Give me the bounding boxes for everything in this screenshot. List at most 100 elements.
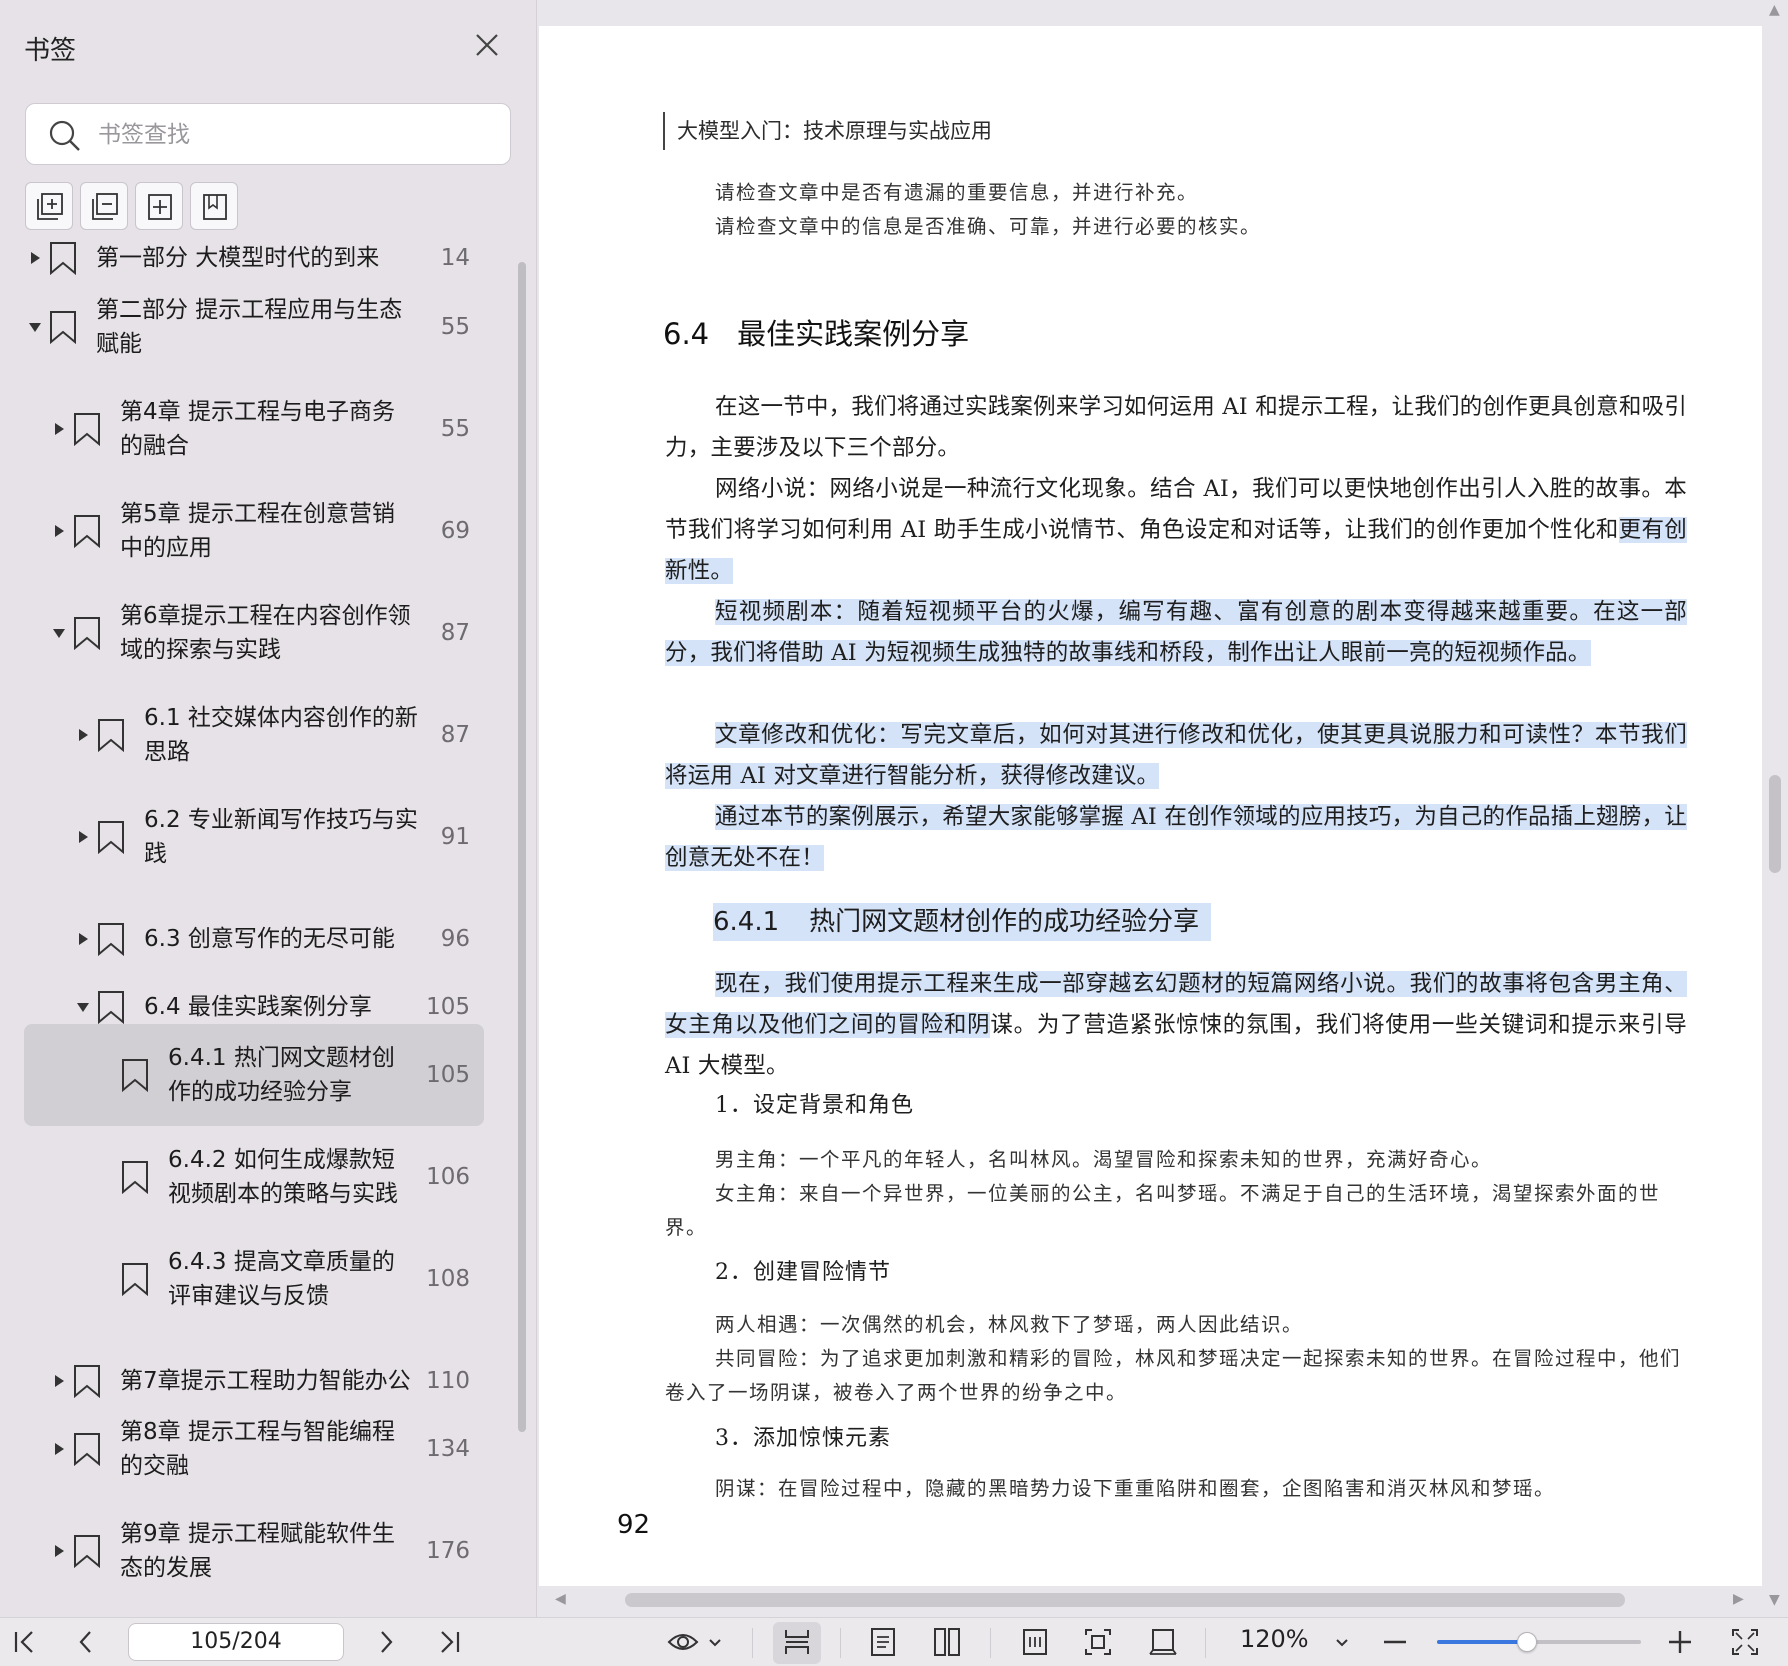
- bookmark-item[interactable]: 第二部分 提示工程应用与生态 赋能 55: [0, 276, 510, 378]
- zoom-out-button[interactable]: [1380, 1624, 1410, 1660]
- fullscreen-button[interactable]: [1730, 1624, 1760, 1660]
- two-page-button[interactable]: [932, 1624, 962, 1660]
- bookmark-item[interactable]: 6.4.3 提高文章质量的 评审建议与反馈 108: [0, 1228, 510, 1330]
- expand-arrow-icon[interactable]: [52, 1442, 66, 1456]
- view-mode-button[interactable]: [666, 1624, 726, 1660]
- bookmark-item[interactable]: 第6章提示工程在内容创作领 域的探索与实践 87: [0, 582, 510, 684]
- bookmark-label: 第二部分 提示工程应用与生态 赋能: [96, 293, 402, 361]
- highlighted-text[interactable]: 通过本节的案例展示，希望大家能够掌握 AI 在创作领域的应用技巧，为自己的作品插…: [665, 804, 1687, 871]
- bookmark-page-number: 108: [426, 1266, 470, 1292]
- page-number-input[interactable]: 105/204: [128, 1623, 344, 1661]
- highlighted-text[interactable]: 短视频剧本：随着短视频平台的火爆，编写有趣、富有创意的剧本变得越来越重要。在这一…: [665, 599, 1687, 666]
- bookmark-label-line: 6.4 最佳实践案例分享: [144, 994, 372, 1020]
- step-detail: 男主角：一个平凡的年轻人，名叫林风。渴望冒险和探索未知的世界，充满好奇心。: [715, 1148, 1493, 1171]
- bookmark-icon: [74, 1535, 100, 1568]
- bookmark-label: 第8章 提示工程与智能编程 的交融: [120, 1415, 395, 1483]
- collapse-arrow-icon[interactable]: [52, 626, 66, 640]
- expand-arrow-icon[interactable]: [52, 524, 66, 538]
- bookmark-item[interactable]: 第9章 提示工程赋能软件生 态的发展 176: [0, 1500, 510, 1602]
- insert-bookmark-button[interactable]: [135, 182, 183, 230]
- zoom-dropdown-button[interactable]: [1330, 1624, 1354, 1660]
- add-sub-bookmark-icon: [92, 193, 118, 220]
- expand-arrow-icon[interactable]: [76, 932, 90, 946]
- vertical-scrollbar-thumb[interactable]: [1769, 775, 1781, 873]
- bookmark-icon: [50, 242, 76, 275]
- zoom-slider-knob[interactable]: [1516, 1632, 1537, 1652]
- step-detail: 两人相遇：一次偶然的机会，林风救下了梦瑶，两人因此结识。: [715, 1313, 1304, 1336]
- subsection-number: 6.4.1: [713, 907, 780, 937]
- bookmark-label: 第6章提示工程在内容创作领 域的探索与实践: [120, 599, 411, 667]
- step-detail: 女主角：来自一个异世界，一位美丽的公主，名叫梦瑶。不满足于自己的生活环境，渴望探…: [665, 1182, 1661, 1239]
- next-page-button[interactable]: [372, 1624, 400, 1660]
- section-heading: 6.4 最佳实践案例分享: [663, 311, 969, 353]
- close-icon[interactable]: [470, 28, 504, 62]
- bookmark-icon: [98, 719, 124, 752]
- expand-arrow-icon[interactable]: [52, 1374, 66, 1388]
- sidebar-scrollbar[interactable]: [518, 262, 526, 1432]
- expand-arrow-icon[interactable]: [52, 422, 66, 436]
- zoom-slider[interactable]: [1437, 1632, 1641, 1652]
- scroll-left-arrow[interactable]: ◀: [555, 1591, 566, 1607]
- single-page-icon: [871, 1628, 895, 1656]
- bookmark-item[interactable]: 第5章 提示工程在创意营销 中的应用 69: [0, 480, 510, 582]
- bookmark-label: 第7章提示工程助力智能办公: [120, 1364, 411, 1398]
- continuous-scroll-icon: [785, 1630, 809, 1654]
- single-page-button[interactable]: [868, 1624, 898, 1660]
- scroll-up-arrow[interactable]: ▲: [1769, 2, 1780, 18]
- zoom-in-button[interactable]: [1665, 1624, 1695, 1660]
- zoom-slider-fill: [1437, 1640, 1527, 1644]
- bookmark-item[interactable]: 6.1 社交媒体内容创作的新 思路 87: [0, 684, 510, 786]
- bookmark-page-number: 55: [440, 416, 470, 442]
- bookmark-icon: [74, 1433, 100, 1466]
- bookmark-label-line: 第5章 提示工程在创意营销: [120, 501, 395, 527]
- collapse-arrow-icon[interactable]: [28, 320, 42, 334]
- minus-icon: [1384, 1640, 1406, 1644]
- bookmark-label-line: 第8章 提示工程与智能编程: [120, 1419, 395, 1445]
- zoom-level[interactable]: 120%: [1240, 1625, 1309, 1653]
- add-bookmark-icon: [37, 193, 63, 220]
- first-page-button[interactable]: [10, 1624, 38, 1660]
- expand-arrow-icon[interactable]: [52, 1544, 66, 1558]
- paragraph: 在这一节中，我们将通过实践案例来学习如何运用 AI 和提示工程，让我们的创作更具…: [665, 394, 1687, 461]
- expand-arrow-icon[interactable]: [28, 251, 42, 265]
- fit-width-icon: [1023, 1629, 1047, 1655]
- collapse-arrow-icon[interactable]: [76, 1000, 90, 1014]
- page-number: 92: [617, 1510, 651, 1540]
- previous-page-button[interactable]: [72, 1624, 100, 1660]
- bookmark-label-line: 6.4.2 如何生成爆款短: [168, 1147, 395, 1173]
- paragraph: 文章修改和优化：写完文章后，如何对其进行修改和优化，使其更具说服力和可读性？本节…: [665, 715, 1687, 797]
- eye-icon: [667, 1634, 721, 1650]
- bookmark-label: 第5章 提示工程在创意营销 中的应用: [120, 497, 395, 565]
- bookmark-item[interactable]: 6.4.2 如何生成爆款短 视频剧本的策略与实践 106: [0, 1126, 510, 1228]
- horizontal-scrollbar[interactable]: ◀ ▶: [537, 1588, 1771, 1614]
- bookmark-icon: [122, 1059, 148, 1092]
- add-bookmark-button[interactable]: [25, 182, 73, 230]
- last-page-button[interactable]: [436, 1624, 464, 1660]
- running-head: 大模型入门：技术原理与实战应用: [663, 112, 992, 150]
- bookmark-item[interactable]: 6.3 创意写作的无尽可能 96: [0, 905, 510, 973]
- add-sub-bookmark-button[interactable]: [80, 182, 128, 230]
- subsection-heading[interactable]: 6.4.1 热门网文题材创作的成功经验分享: [713, 903, 1212, 941]
- bookmark-item[interactable]: 6.2 专业新闻写作技巧与实践 91: [0, 786, 510, 888]
- fit-page-button[interactable]: [1083, 1624, 1113, 1660]
- scroll-right-arrow[interactable]: ▶: [1733, 1591, 1744, 1607]
- highlighted-text[interactable]: 文章修改和优化：写完文章后，如何对其进行修改和优化，使其更具说服力和可读性？本节…: [665, 722, 1687, 789]
- bookmark-search-input[interactable]: [98, 114, 498, 156]
- fit-width-button[interactable]: [1020, 1624, 1050, 1660]
- paragraph: 短视频剧本：随着短视频平台的火爆，编写有趣、富有创意的剧本变得越来越重要。在这一…: [665, 592, 1687, 674]
- bookmark-item[interactable]: 第8章 提示工程与智能编程 的交融 134: [0, 1398, 510, 1500]
- horizontal-scrollbar-thumb[interactable]: [625, 1593, 1625, 1607]
- bookmark-item[interactable]: 6.4.1 热门网文题材创 作的成功经验分享 105: [0, 1024, 510, 1126]
- bookmark-page-number: 106: [426, 1164, 470, 1190]
- rotate-page-button[interactable]: [1148, 1624, 1178, 1660]
- step-detail: 共同冒险：为了追求更加刺激和精彩的冒险，林风和梦瑶决定一起探索未知的世界。在冒险…: [665, 1347, 1682, 1404]
- bookmark-page-number: 87: [440, 722, 470, 748]
- expand-arrow-icon[interactable]: [76, 728, 90, 742]
- expand-arrow-icon[interactable]: [76, 830, 90, 844]
- bookmark-search-box[interactable]: [25, 103, 511, 165]
- continuous-scroll-button[interactable]: [782, 1624, 812, 1660]
- bookmark-item[interactable]: 第4章 提示工程与电子商务 的融合 55: [0, 378, 510, 480]
- bookmark-page-button[interactable]: [190, 182, 238, 230]
- last-page-icon: [441, 1631, 460, 1653]
- paragraph: 网络小说：网络小说是一种流行文化现象。结合 AI，我们可以更快地创作出引人入胜的…: [665, 469, 1687, 592]
